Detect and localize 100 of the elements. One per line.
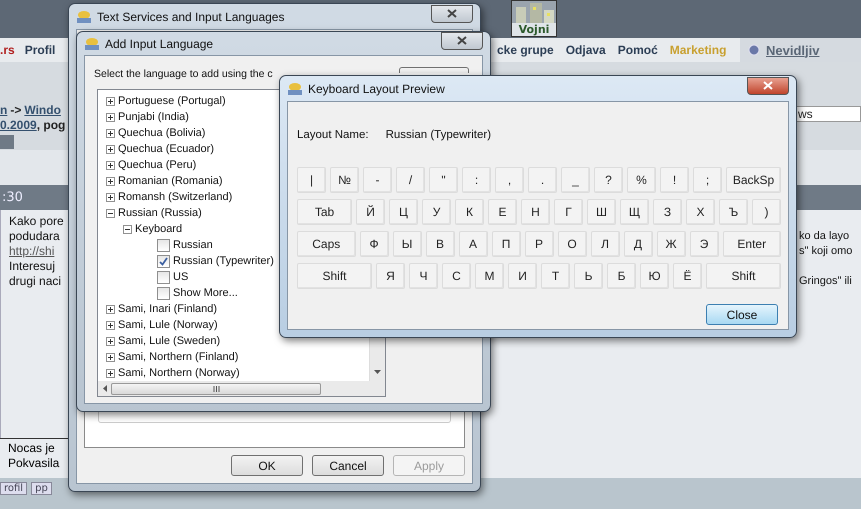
expand-icon[interactable]: [106, 352, 115, 362]
keyboard-key: Shift: [297, 263, 372, 289]
expand-icon[interactable]: [106, 144, 115, 154]
expand-icon[interactable]: [106, 128, 115, 138]
tree-item[interactable]: Quechua (Ecuador): [118, 143, 214, 155]
checkbox[interactable]: [157, 270, 170, 284]
tree-item[interactable]: US: [173, 271, 188, 283]
keyboard-key: Ц: [389, 199, 418, 225]
keyboard-key: Я: [376, 263, 405, 289]
post-text: Gringos" ili: [799, 274, 853, 289]
tree-item[interactable]: Punjabi (India): [118, 111, 189, 123]
breadcrumb-link[interactable]: Windo: [24, 103, 61, 117]
signature-text: Pokvasila: [8, 456, 60, 471]
expand-icon[interactable]: [106, 112, 115, 122]
window-title: Add Input Language: [105, 36, 214, 50]
keyboard-key: В: [426, 231, 454, 257]
keyboard-key: Ы: [392, 231, 422, 257]
close-button[interactable]: [441, 32, 483, 50]
tree-item[interactable]: Russian (Typewriter): [173, 255, 274, 267]
keyboard-key: Ю: [640, 263, 669, 289]
keyboard-key: К: [455, 199, 484, 225]
nav-link[interactable]: cke grupe: [497, 43, 554, 57]
post-text: drugi naci: [9, 274, 62, 289]
tree-item[interactable]: Show More...: [173, 287, 238, 299]
nav-link[interactable]: .rs: [0, 43, 15, 57]
expand-icon[interactable]: [106, 192, 115, 202]
keyboard-key: №: [330, 167, 359, 193]
tree-item[interactable]: Quechua (Peru): [118, 159, 196, 171]
close-icon: [457, 36, 467, 45]
post-text: podudara: [9, 229, 61, 244]
tree-item[interactable]: Russian: [173, 239, 213, 251]
keyboard-key: Х: [686, 199, 715, 225]
keyboard-key: Е: [488, 199, 517, 225]
nav-link[interactable]: Profil: [24, 43, 56, 57]
tree-item[interactable]: Keyboard: [135, 223, 182, 235]
profile-button[interactable]: pp: [31, 482, 52, 495]
layout-name: Russian (Typewriter): [386, 129, 492, 143]
keyboard-key: ": [429, 167, 458, 193]
close-icon: [447, 9, 457, 18]
prompt-text: Select the language to add using the c: [94, 68, 273, 82]
expand-icon[interactable]: [106, 160, 115, 170]
keyboard-key: Э: [690, 231, 718, 257]
close-icon: [763, 81, 773, 90]
keyboard-key: М: [475, 263, 504, 289]
keyboard-key: Ь: [574, 263, 603, 289]
expand-icon[interactable]: [106, 320, 115, 330]
checkbox[interactable]: [157, 254, 170, 268]
keyboard-key: BackSp: [726, 167, 781, 193]
dialog-button[interactable]: OK: [231, 455, 303, 476]
keyboard-key: Б: [607, 263, 636, 289]
dialog-button[interactable]: Cancel: [312, 455, 384, 476]
dialog-button[interactable]: [399, 67, 469, 73]
grip-icon: [212, 386, 220, 392]
expand-icon[interactable]: [106, 176, 115, 186]
tree-item[interactable]: Romanian (Romania): [118, 175, 223, 187]
user-status[interactable]: Nevidljiv: [766, 42, 820, 58]
post-text: Kako pore: [9, 214, 65, 229]
keyboard-key: Й: [356, 199, 385, 225]
keyboard-key: Enter: [722, 231, 781, 257]
nav-link[interactable]: Pomoć: [618, 43, 658, 57]
checkbox[interactable]: [157, 238, 170, 252]
window-title: Keyboard Layout Preview: [308, 82, 446, 96]
close-button[interactable]: [747, 76, 789, 94]
tree-item[interactable]: Romansh (Switzerland): [118, 191, 232, 203]
tree-item[interactable]: Sami, Northern (Finland): [118, 351, 238, 363]
tree-item[interactable]: Russian (Russia): [118, 207, 202, 219]
expand-icon[interactable]: [106, 96, 115, 106]
keyboard-key: -: [363, 167, 392, 193]
tree-item[interactable]: Quechua (Bolivia): [118, 127, 206, 139]
keyboard-key: Д: [624, 231, 652, 257]
expand-icon[interactable]: [106, 368, 115, 378]
date-link[interactable]: 0.2009: [0, 118, 37, 132]
expand-icon[interactable]: [106, 304, 115, 314]
scroll-left-icon[interactable]: [102, 385, 107, 392]
layout-label: Layout Name:: [297, 129, 369, 143]
keyboard-key: Ж: [656, 231, 686, 257]
nav-link[interactable]: Odjava: [566, 43, 606, 57]
horizontal-scrollbar[interactable]: [98, 381, 385, 396]
forum-tab[interactable]: Vojni: [511, 0, 557, 37]
post-link[interactable]: http://shi: [9, 244, 68, 259]
collapse-icon[interactable]: [106, 208, 115, 218]
scroll-down-icon[interactable]: [374, 370, 381, 376]
tree-item[interactable]: Portuguese (Portugal): [118, 95, 226, 107]
tree-item[interactable]: Sami, Northern (Norway): [118, 367, 240, 379]
tree-item[interactable]: Sami, Lule (Norway): [118, 319, 218, 331]
close-button[interactable]: [431, 4, 473, 22]
keyboard-key: ,: [495, 167, 524, 193]
close-dialog-button[interactable]: Close: [706, 304, 778, 325]
expand-icon[interactable]: [106, 336, 115, 346]
checkbox[interactable]: [157, 286, 170, 300]
search-field[interactable]: ws: [795, 106, 861, 122]
tree-item[interactable]: Sami, Inari (Finland): [118, 303, 218, 315]
keyboard-key: П: [492, 231, 520, 257]
tree-item[interactable]: Sami, Lule (Sweden): [118, 335, 220, 347]
post-text: s" koji omo: [799, 244, 854, 259]
profile-button[interactable]: rofil: [0, 482, 28, 495]
vertical-scrollbar[interactable]: [369, 337, 385, 381]
post-text: Interesuj: [9, 259, 56, 274]
collapse-icon[interactable]: [123, 224, 132, 234]
breadcrumb-link[interactable]: n: [0, 103, 8, 117]
